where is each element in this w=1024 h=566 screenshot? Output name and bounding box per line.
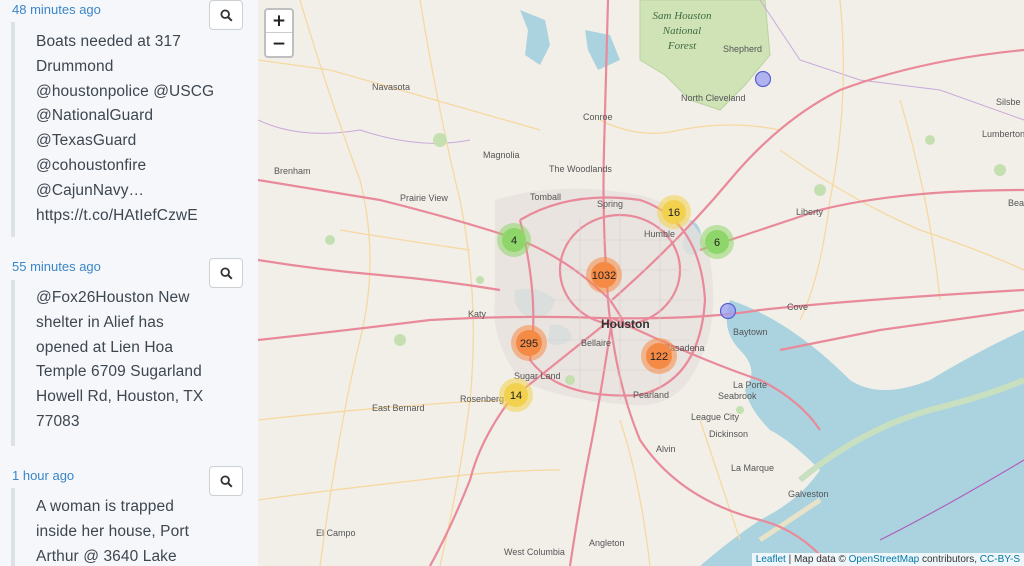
text-line: Drummond bbox=[36, 57, 114, 75]
text-line: A woman is trapped bbox=[36, 498, 174, 515]
place-label: Silsbe bbox=[996, 97, 1021, 107]
place-label: Prairie View bbox=[400, 193, 448, 203]
place-label: Rosenberg bbox=[460, 394, 504, 404]
report-marker[interactable] bbox=[754, 70, 772, 88]
locate-button[interactable] bbox=[209, 0, 243, 30]
marker-cluster[interactable]: 295 bbox=[511, 325, 547, 361]
place-label: La Porte bbox=[733, 380, 767, 390]
place-label: Bellaire bbox=[581, 338, 611, 348]
place-label: Katy bbox=[468, 309, 487, 319]
place-label: Lumberton bbox=[982, 129, 1024, 139]
entry-bar bbox=[11, 22, 15, 237]
locate-button[interactable] bbox=[209, 258, 243, 288]
place-label: Dickinson bbox=[709, 429, 748, 439]
place-label: Forest bbox=[667, 40, 697, 52]
entry-timestamp[interactable]: 48 minutes ago bbox=[12, 1, 101, 19]
zoom-out-button[interactable]: − bbox=[266, 33, 292, 55]
cluster-count: 122 bbox=[650, 351, 668, 363]
text-line: https://t.co/HAtIefCzwE bbox=[36, 206, 198, 224]
cluster-count: 16 bbox=[668, 207, 680, 219]
search-icon bbox=[219, 474, 233, 488]
place-label: North Cleveland bbox=[681, 93, 746, 103]
place-label: Cove bbox=[787, 302, 808, 312]
report-marker[interactable] bbox=[719, 302, 737, 320]
text-line: @houstonpolice @USCG bbox=[36, 82, 215, 100]
search-icon bbox=[219, 8, 233, 22]
text-line: Boats needed at 317 bbox=[36, 33, 181, 50]
marker-cluster[interactable]: 4 bbox=[497, 223, 531, 257]
entry-bar bbox=[11, 488, 15, 566]
place-label: League City bbox=[691, 412, 740, 422]
map-attribution: Leaflet | Map data © OpenStreetMap contr… bbox=[751, 553, 1024, 566]
place-label: Baytown bbox=[733, 327, 768, 337]
text-line: @CajunNavy… bbox=[36, 181, 145, 199]
attribution-text: | Map data © bbox=[785, 554, 849, 565]
marker-cluster[interactable]: 122 bbox=[641, 338, 677, 374]
place-label: Liberty bbox=[796, 207, 824, 217]
text-line: Howell Rd, Houston, TX bbox=[36, 388, 204, 406]
locate-button[interactable] bbox=[209, 466, 243, 496]
place-label: La Marque bbox=[731, 463, 774, 473]
text-line: @Fox26Houston New bbox=[36, 289, 190, 306]
place-label: East Bernard bbox=[372, 403, 425, 413]
place-label: Tomball bbox=[530, 192, 561, 202]
place-label: Alvin bbox=[656, 444, 676, 454]
text-line: @TexasGuard bbox=[36, 132, 137, 150]
text-line: Temple 6709 Sugarland bbox=[36, 363, 202, 381]
search-icon bbox=[219, 266, 233, 280]
cluster-count: 295 bbox=[520, 338, 538, 350]
entry-timestamp[interactable]: 1 hour ago bbox=[12, 467, 74, 485]
place-label: Brenham bbox=[274, 166, 311, 176]
entry-timestamp[interactable]: 55 minutes ago bbox=[12, 258, 101, 276]
entry-bar bbox=[11, 280, 15, 446]
tweet-feed: 48 minutes ago Boats needed at 317 Drumm… bbox=[0, 0, 259, 566]
entry-text: @Fox26Houston New shelter in Alief has o… bbox=[36, 286, 236, 435]
text-line: 77083 bbox=[36, 412, 80, 430]
text-line: @cohoustonfire bbox=[36, 156, 147, 174]
text-line: Arthur @ 3640 Lake bbox=[36, 547, 177, 565]
marker-cluster[interactable]: 14 bbox=[499, 378, 533, 412]
zoom-in-button[interactable]: + bbox=[266, 10, 292, 32]
place-label: National bbox=[662, 25, 702, 37]
place-label: Galveston bbox=[788, 489, 829, 499]
text-line: shelter in Alief has bbox=[36, 313, 164, 331]
place-label: Humble bbox=[644, 229, 675, 239]
zoom-control: + − bbox=[264, 8, 294, 58]
place-label: Navasota bbox=[372, 82, 410, 92]
cluster-count: 4 bbox=[511, 235, 517, 247]
marker-cluster[interactable]: 6 bbox=[700, 225, 734, 259]
place-label: Seabrook bbox=[718, 391, 757, 401]
place-label: Angleton bbox=[589, 538, 625, 548]
cluster-count: 6 bbox=[714, 237, 720, 249]
place-label: Magnolia bbox=[483, 150, 520, 160]
marker-cluster[interactable]: 16 bbox=[657, 195, 691, 229]
attribution-text: contributors, bbox=[919, 554, 980, 565]
place-label: Bea bbox=[1008, 198, 1024, 208]
place-label: The Woodlands bbox=[549, 164, 612, 174]
place-label: Shepherd bbox=[723, 44, 762, 54]
place-label: Spring bbox=[597, 199, 623, 209]
place-label: Sam Houston bbox=[653, 10, 712, 22]
text-line: inside her house, Port bbox=[36, 522, 189, 540]
cluster-count: 1032 bbox=[592, 270, 616, 282]
osm-link[interactable]: OpenStreetMap bbox=[849, 554, 920, 565]
marker-cluster[interactable]: 1032 bbox=[586, 257, 622, 293]
place-label: West Columbia bbox=[504, 547, 565, 557]
entry-text: Boats needed at 317 Drummond @houstonpol… bbox=[36, 30, 236, 228]
leaflet-link[interactable]: Leaflet bbox=[756, 554, 786, 565]
text-line: opened at Lien Hoa bbox=[36, 338, 174, 356]
entry-text: A woman is trapped inside her house, Por… bbox=[36, 495, 236, 566]
license-link[interactable]: CC-BY-S bbox=[980, 554, 1020, 565]
place-label: Pearland bbox=[633, 390, 669, 400]
map-view[interactable]: Sam Houston National Forest Shepherd Nav… bbox=[258, 0, 1024, 566]
place-label: Houston bbox=[601, 317, 650, 331]
place-label: Conroe bbox=[583, 112, 613, 122]
place-label: El Campo bbox=[316, 528, 356, 538]
cluster-count: 14 bbox=[510, 390, 522, 402]
text-line: @NationalGuard bbox=[36, 107, 154, 125]
map-canvas: Sam Houston National Forest Shepherd Nav… bbox=[258, 0, 1024, 566]
